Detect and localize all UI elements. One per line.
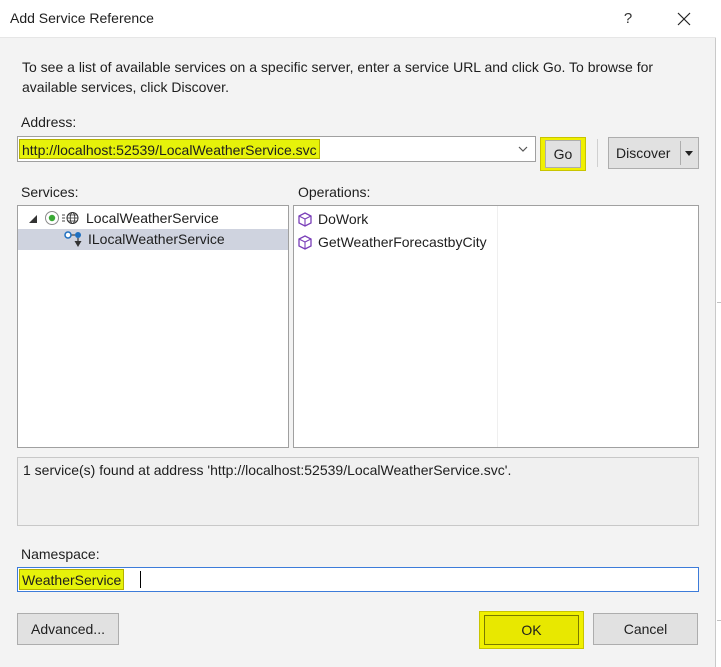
advanced-button[interactable]: Advanced... (17, 613, 119, 645)
services-tree[interactable]: LocalWeatherService ILocalWeatherService (17, 205, 289, 448)
ok-button[interactable]: OK (484, 615, 579, 645)
address-input-value[interactable]: http://localhost:52539/LocalWeatherServi… (19, 139, 320, 159)
operation-item-dowork[interactable]: DoWork (294, 209, 694, 230)
close-button[interactable] (664, 4, 704, 34)
operations-label: Operations: (298, 184, 371, 200)
cancel-button[interactable]: Cancel (593, 613, 698, 645)
discover-split-divider (680, 141, 681, 165)
globe-icon (62, 212, 79, 224)
operation-item-getweatherforecastbycity[interactable]: GetWeatherForecastbyCity (294, 232, 694, 253)
discover-button[interactable]: Discover (608, 137, 699, 169)
background-window-edge (716, 0, 721, 667)
operation-label: DoWork (318, 211, 369, 227)
instructions-text: To see a list of available services on a… (22, 59, 654, 95)
tree-item-localweatherservice[interactable]: LocalWeatherService (18, 208, 288, 229)
edge-mark (717, 620, 721, 621)
go-button[interactable]: Go (545, 140, 581, 168)
operations-list[interactable]: DoWork GetWeatherForecastbyCity (293, 205, 699, 448)
method-cube-icon (298, 235, 312, 250)
add-service-reference-dialog: Add Service Reference ? To see a list of… (0, 0, 716, 667)
service-endpoint-icon (45, 211, 59, 225)
tree-item-label: ILocalWeatherService (88, 231, 225, 247)
namespace-input[interactable]: WeatherService (17, 567, 699, 592)
edge-mark (717, 302, 721, 303)
tree-item-ilocalweatherservice[interactable]: ILocalWeatherService (18, 229, 288, 250)
chevron-down-icon[interactable] (516, 141, 530, 157)
namespace-label: Namespace: (21, 546, 100, 562)
status-text: 1 service(s) found at address 'http://lo… (23, 462, 512, 478)
close-icon (677, 12, 691, 26)
method-cube-icon (298, 212, 312, 227)
status-panel: 1 service(s) found at address 'http://lo… (17, 457, 699, 526)
services-label: Services: (21, 184, 79, 200)
window-title: Add Service Reference (10, 10, 154, 26)
collapse-triangle-icon[interactable] (29, 215, 38, 223)
toolbar-divider (597, 139, 598, 167)
text-caret (140, 571, 141, 588)
address-label: Address: (21, 114, 77, 130)
title-bar: Add Service Reference ? (0, 0, 716, 38)
help-button[interactable]: ? (612, 4, 644, 34)
dropdown-arrow-icon[interactable] (683, 147, 695, 159)
discover-button-label: Discover (616, 145, 671, 161)
operation-label: GetWeatherForecastbyCity (318, 234, 487, 250)
interface-icon (64, 231, 82, 247)
tree-item-label: LocalWeatherService (86, 210, 219, 226)
namespace-input-value[interactable]: WeatherService (19, 569, 125, 590)
address-combobox[interactable]: http://localhost:52539/LocalWeatherServi… (17, 136, 536, 162)
